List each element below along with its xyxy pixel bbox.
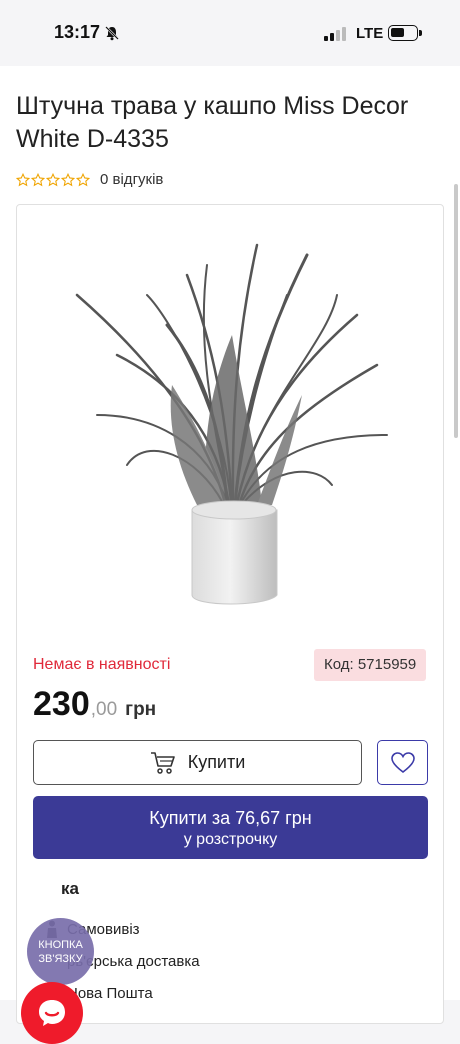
network-label: LTE <box>356 25 384 42</box>
rating-row[interactable]: 0 відгуків <box>16 171 163 188</box>
rating-stars <box>16 172 90 187</box>
star-icon <box>31 172 45 186</box>
favorite-button[interactable] <box>377 740 428 785</box>
installment-label: Купити за 76,67 грн <box>149 808 312 828</box>
price-currency: грн <box>125 699 157 720</box>
installment-sublabel: у розстрочку <box>183 831 278 848</box>
price-main: 230 <box>33 685 90 723</box>
cart-icon <box>150 751 176 775</box>
star-icon <box>16 172 30 186</box>
buy-button-label: Купити <box>187 752 246 772</box>
buy-button[interactable]: Купити <box>33 740 362 785</box>
product-image[interactable] <box>57 235 397 615</box>
star-icon <box>46 172 60 186</box>
product-title: Штучна трава у кашпо Miss Decor White D-… <box>16 92 409 153</box>
installment-button[interactable]: Купити за 76,67 грн у розстрочку <box>33 796 428 859</box>
star-icon <box>76 172 90 186</box>
product-card: Немає в наявності Код: 5715959 230 ,00 г… <box>16 204 444 1024</box>
status-time: 13:17 <box>54 22 101 42</box>
chat-icon <box>39 1000 65 1026</box>
price: 230 ,00 грн <box>33 685 156 724</box>
status-bar: 13:17 LTE <box>0 0 460 66</box>
delivery-title: ка <box>61 879 79 898</box>
chat-button[interactable] <box>21 982 83 1044</box>
stock-status: Немає в наявності <box>33 656 171 673</box>
price-cents: ,00 <box>90 699 118 720</box>
contact-label-line1: КНОПКА <box>38 938 83 951</box>
reviews-link[interactable]: 0 відгуків <box>100 171 163 188</box>
contact-label-line2: ЗВ'ЯЗКУ <box>38 952 83 965</box>
product-code-badge: Код: 5715959 <box>314 649 427 681</box>
star-icon <box>61 172 75 186</box>
heart-icon <box>390 751 415 773</box>
product-page: Штучна трава у кашпо Miss Decor White D-… <box>0 66 460 1044</box>
bell-off-icon <box>104 25 120 46</box>
signal-icon <box>324 27 346 41</box>
contact-button[interactable]: КНОПКА ЗВ'ЯЗКУ <box>27 918 94 985</box>
battery-icon <box>388 25 422 41</box>
scrollbar[interactable] <box>454 184 458 438</box>
